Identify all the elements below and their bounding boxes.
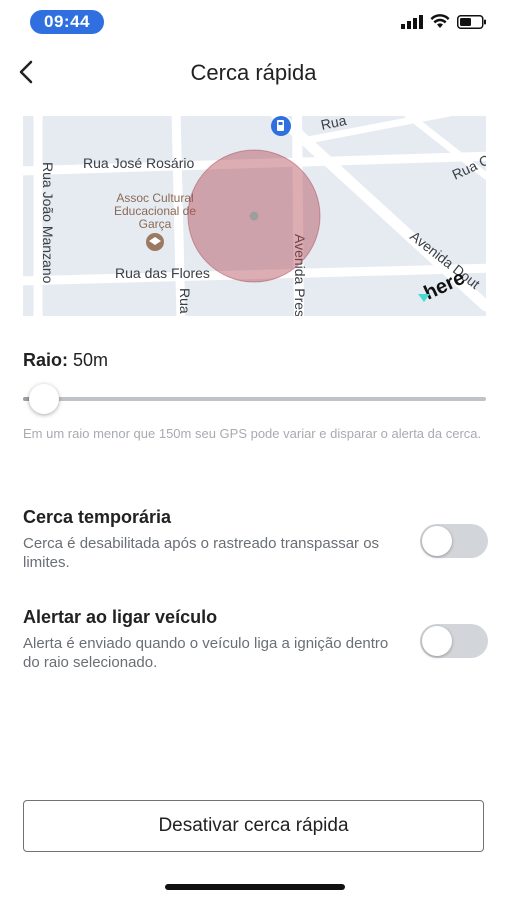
status-icons bbox=[401, 14, 487, 34]
poi-label: Educacional de bbox=[114, 204, 196, 218]
fuel-pin-icon bbox=[271, 116, 291, 136]
radius-hint: Em um raio menor que 150m seu GPS pode v… bbox=[23, 426, 482, 441]
map-view[interactable]: Rua José Rosário Rua João Manzano Rua da… bbox=[23, 116, 486, 316]
fence-center-marker bbox=[249, 211, 259, 221]
option-description: Cerca é desabilitada após o rastreado tr… bbox=[23, 535, 380, 571]
signal-icon bbox=[401, 14, 423, 34]
radius-slider[interactable] bbox=[23, 384, 486, 414]
poi-label: Assoc Cultural bbox=[116, 191, 193, 205]
slider-track[interactable] bbox=[23, 397, 486, 401]
option-title: Cerca temporária bbox=[23, 507, 172, 527]
page-title: Cerca rápida bbox=[190, 60, 317, 85]
temporary-fence-option: Cerca temporária Cerca é desabilitada ap… bbox=[23, 507, 488, 572]
toggle-knob bbox=[422, 626, 452, 656]
slider-thumb[interactable] bbox=[28, 384, 59, 414]
toggle-knob bbox=[422, 526, 452, 556]
ignition-alert-toggle[interactable] bbox=[420, 624, 488, 658]
street-label: Rua bbox=[177, 288, 193, 314]
street-label: Rua João Manzano bbox=[40, 162, 56, 284]
option-description: Alerta é enviado quando o veículo liga a… bbox=[23, 635, 389, 671]
temporary-fence-toggle[interactable] bbox=[420, 524, 488, 558]
status-bar: 09:44 bbox=[0, 0, 507, 46]
radius-row: Raio: 50m bbox=[23, 350, 108, 371]
home-indicator bbox=[165, 884, 345, 890]
school-pin-icon bbox=[146, 233, 164, 251]
battery-icon bbox=[457, 14, 487, 34]
option-title: Alertar ao ligar veículo bbox=[23, 607, 218, 627]
radius-label: Raio: bbox=[23, 350, 68, 370]
nav-bar: Cerca rápida bbox=[0, 50, 507, 96]
radius-value: 50m bbox=[73, 350, 109, 370]
poi-label: Garça bbox=[139, 217, 172, 231]
street-label: Rua José Rosário bbox=[83, 155, 194, 171]
status-time: 09:44 bbox=[30, 10, 104, 34]
deactivate-fence-button[interactable]: Desativar cerca rápida bbox=[23, 800, 484, 852]
ignition-alert-option: Alertar ao ligar veículo Alerta é enviad… bbox=[23, 607, 488, 672]
wifi-icon bbox=[430, 14, 450, 34]
street-label: Rua das Flores bbox=[115, 265, 210, 281]
